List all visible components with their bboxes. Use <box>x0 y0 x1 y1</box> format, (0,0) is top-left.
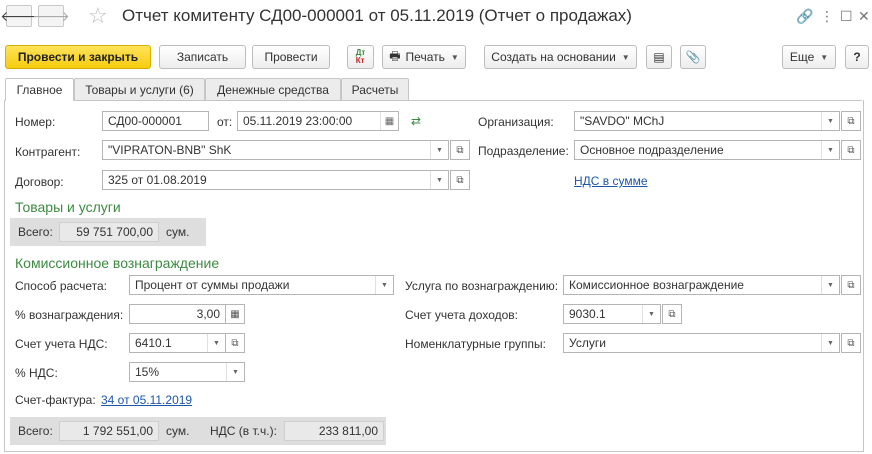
percent-label: % вознаграждения: <box>15 308 124 322</box>
open-icon: ⧉ <box>847 115 855 127</box>
vat-percent-select[interactable]: 15% ▼ <box>129 362 245 382</box>
goods-total-value: 59 751 700,00 <box>59 222 159 242</box>
commission-section-title: Комиссионное вознаграждение <box>15 255 220 271</box>
chevron-down-icon: ▼ <box>820 52 829 62</box>
tab-goods-services[interactable]: Товары и услуги (6) <box>74 78 205 100</box>
contractor-label: Контрагент: <box>15 145 81 159</box>
footer-total-label: Всего: <box>18 424 53 438</box>
contractor-field[interactable]: "VIPRATON-BNB" ShK ▼ <box>102 140 449 160</box>
printer-icon: 🖶 <box>389 48 401 63</box>
open-service-button[interactable]: ⧉ <box>841 275 861 295</box>
footer-vat-label: НДС (в т.ч.): <box>210 424 277 438</box>
more-button[interactable]: Еще ▼ <box>782 45 836 69</box>
service-field[interactable]: Комиссионное вознаграждение ▼ <box>563 275 840 295</box>
vat-account-field[interactable]: 6410.1 ▼ <box>129 333 226 353</box>
structure-button[interactable]: ▤ <box>646 45 672 69</box>
open-icon: ⧉ <box>847 279 855 291</box>
number-field[interactable]: СД00-000001 <box>102 111 209 131</box>
chevron-down-icon[interactable]: ▼ <box>226 363 244 381</box>
number-label: Номер: <box>15 115 56 129</box>
chevron-down-icon[interactable]: ▼ <box>430 171 448 189</box>
open-income-account-button[interactable]: ⧉ <box>662 304 682 324</box>
back-button[interactable]: 🡐 <box>0 5 38 27</box>
goods-total-label: Всего: <box>18 225 53 239</box>
forward-button[interactable]: 🡒 <box>32 5 70 27</box>
open-division-button[interactable]: ⧉ <box>841 140 861 160</box>
nomenclature-label: Номенклатурные группы: <box>405 337 546 351</box>
invoice-link[interactable]: 34 от 05.11.2019 <box>101 393 192 407</box>
vat-account-label: Счет учета НДС: <box>15 337 108 351</box>
vat-in-sum-link[interactable]: НДС в сумме <box>574 174 648 188</box>
date-field[interactable]: 05.11.2019 23:00:00 ▦ <box>237 111 399 131</box>
invoice-label: Счет-фактура: <box>15 393 96 407</box>
favorite-star-icon[interactable]: ☆ <box>88 3 108 29</box>
contract-field[interactable]: 325 от 01.08.2019 ▼ <box>102 170 449 190</box>
contract-label: Договор: <box>15 175 64 189</box>
paperclip-icon: 📎 <box>685 50 701 64</box>
division-field[interactable]: Основное подразделение ▼ <box>574 140 840 160</box>
create-based-on-button[interactable]: Создать на основании ▼ <box>484 45 637 69</box>
dt-kt-button[interactable]: Дт Кт <box>347 45 374 69</box>
calendar-icon[interactable]: ▦ <box>380 112 398 130</box>
chevron-down-icon[interactable]: ▼ <box>821 141 839 159</box>
attachments-button[interactable]: 📎 <box>680 45 706 69</box>
vat-percent-label: % НДС: <box>15 366 58 380</box>
organization-label: Организация: <box>478 115 554 129</box>
open-icon: ⧉ <box>668 308 676 320</box>
chevron-down-icon: ▼ <box>621 52 630 62</box>
income-account-label: Счет учета доходов: <box>405 308 518 322</box>
open-icon: ⧉ <box>847 337 855 349</box>
print-button[interactable]: 🖶 Печать ▼ <box>382 45 466 69</box>
goods-currency: сум. <box>166 225 190 239</box>
footer-total-value: 1 792 551,00 <box>59 421 159 441</box>
calculator-icon: ▦ <box>230 308 240 320</box>
arrow-right-icon: 🡒 <box>32 7 70 24</box>
document-structure-icon: ▤ <box>653 50 665 64</box>
open-contractor-button[interactable]: ⧉ <box>450 140 470 160</box>
method-select[interactable]: Процент от суммы продажи ▼ <box>129 275 394 295</box>
date-label: от: <box>217 115 233 129</box>
percent-field[interactable]: 3,00 <box>129 304 226 324</box>
close-icon[interactable]: ✕ <box>858 8 870 25</box>
window-title: Отчет комитенту СД00-000001 от 05.11.201… <box>122 6 632 25</box>
division-label: Подразделение: <box>478 144 569 158</box>
goods-section-title: Товары и услуги <box>15 199 121 215</box>
income-account-field[interactable]: 9030.1 ▼ <box>563 304 661 324</box>
post-and-close-button[interactable]: Провести и закрыть <box>5 45 151 69</box>
chevron-down-icon[interactable]: ▼ <box>821 276 839 294</box>
calculator-button[interactable]: ▦ <box>225 304 245 324</box>
chevron-down-icon[interactable]: ▼ <box>207 334 225 352</box>
dt-kt-icon: Дт Кт <box>355 48 366 65</box>
chevron-down-icon[interactable]: ▼ <box>821 112 839 130</box>
tab-main[interactable]: Главное <box>5 78 74 101</box>
open-icon: ⧉ <box>231 337 239 349</box>
service-label: Услуга по вознаграждению: <box>405 279 559 293</box>
open-icon: ⧉ <box>456 174 464 186</box>
open-icon: ⧉ <box>847 144 855 156</box>
open-organization-button[interactable]: ⧉ <box>841 111 861 131</box>
chevron-down-icon: ▼ <box>450 52 459 62</box>
open-contract-button[interactable]: ⧉ <box>450 170 470 190</box>
method-label: Способ расчета: <box>15 279 107 293</box>
nomenclature-field[interactable]: Услуги ▼ <box>563 333 840 353</box>
tab-money[interactable]: Денежные средства <box>205 78 341 100</box>
maximize-icon[interactable]: ☐ <box>840 8 853 25</box>
chevron-down-icon[interactable]: ▼ <box>821 334 839 352</box>
footer-currency: сум. <box>166 424 190 438</box>
open-nomenclature-button[interactable]: ⧉ <box>841 333 861 353</box>
save-button[interactable]: Записать <box>159 45 246 69</box>
tab-settlements[interactable]: Расчеты <box>341 78 409 100</box>
link-icon[interactable]: 🔗 <box>796 8 813 25</box>
open-icon: ⧉ <box>456 144 464 156</box>
menu-icon[interactable]: ⋮ <box>820 8 834 25</box>
help-button[interactable]: ? <box>845 45 869 69</box>
open-vat-account-button[interactable]: ⧉ <box>225 333 245 353</box>
organization-field[interactable]: "SAVDO" MChJ ▼ <box>574 111 840 131</box>
chevron-down-icon[interactable]: ▼ <box>642 305 660 323</box>
chevron-down-icon[interactable]: ▼ <box>430 141 448 159</box>
number-settings-icon[interactable]: ⇄ <box>411 114 421 128</box>
post-button[interactable]: Провести <box>252 45 330 69</box>
chevron-down-icon[interactable]: ▼ <box>375 276 393 294</box>
footer-vat-value: 233 811,00 <box>284 421 384 441</box>
